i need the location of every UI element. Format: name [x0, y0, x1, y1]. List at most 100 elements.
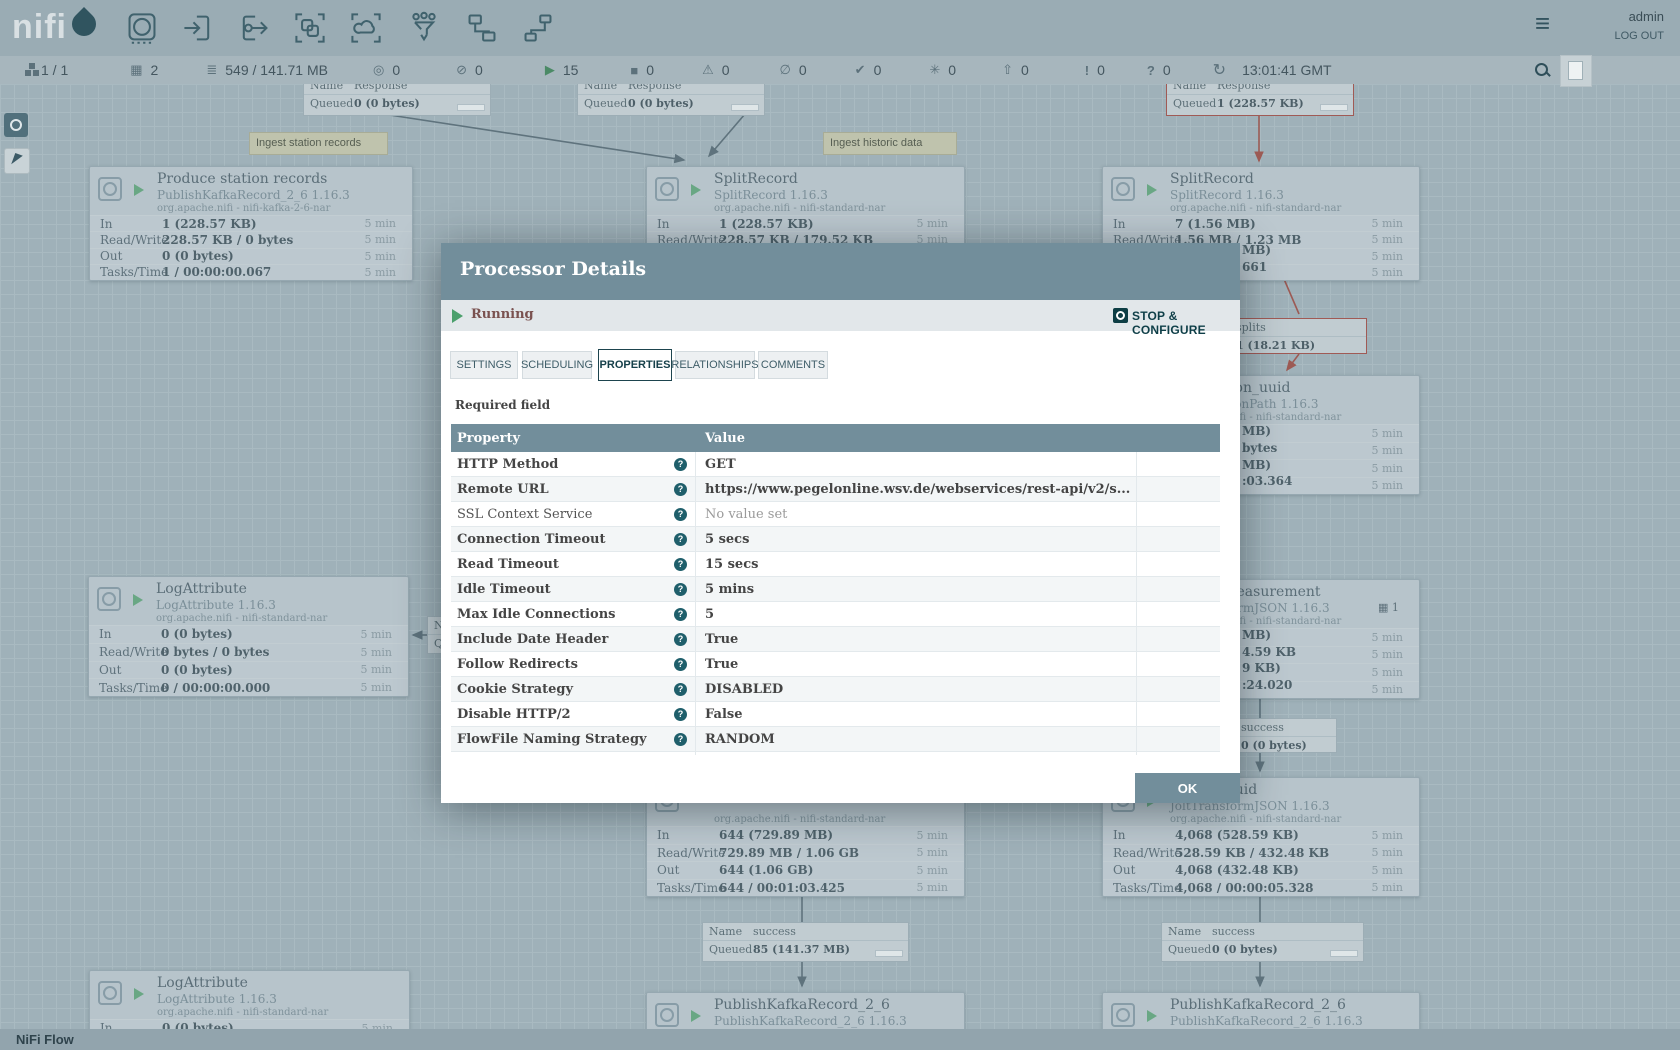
running-icon — [133, 594, 143, 606]
stat-fragment: MB) — [1242, 458, 1271, 472]
input-port-tool-icon[interactable] — [181, 11, 215, 45]
stat-fragment: 9 KB) — [1242, 661, 1281, 675]
processor-bundle: org.apache.nifi - nifi-standard-nar — [1170, 203, 1341, 214]
refresh-icon[interactable]: ↻ — [1213, 60, 1226, 80]
property-row[interactable]: Connection Timeout? 5 secs — [451, 527, 1220, 552]
tab-relationships[interactable]: RELATIONSHIPS — [675, 351, 755, 379]
flow-label[interactable]: Ingest historic data — [823, 132, 957, 155]
processor-logattribute-mid[interactable]: LogAttribute LogAttribute 1.16.3 org.apa… — [88, 576, 409, 697]
processor-bundle: org.apache.nifi - nifi-kafka-2-6-nar — [157, 203, 330, 214]
processor-bundle: org.apache.nifi - nifi-standard-nar — [156, 613, 327, 624]
property-row[interactable]: SSL Context Service? No value set — [451, 502, 1220, 527]
property-row[interactable]: HTTP Method? GET — [451, 452, 1220, 477]
tab-settings[interactable]: SETTINGS — [450, 351, 518, 379]
help-icon[interactable]: ? — [674, 633, 687, 646]
property-row[interactable]: FlowFile Naming Strategy? RANDOM — [451, 727, 1220, 752]
processor-type: SplitRecord 1.16.3 — [714, 188, 828, 202]
template-tool-icon[interactable] — [465, 11, 499, 45]
operate-palette-button[interactable] — [4, 148, 30, 174]
funnel-tool-icon[interactable] — [407, 11, 441, 45]
stop-and-configure-button[interactable]: STOP & CONFIGURE — [1132, 309, 1240, 337]
search-icon[interactable] — [1535, 63, 1548, 76]
navigate-palette-button[interactable] — [4, 113, 28, 137]
backpressure-bar — [1320, 104, 1348, 111]
ok-button[interactable]: OK — [1135, 773, 1240, 803]
backpressure-bar — [875, 950, 903, 957]
global-menu-icon[interactable]: ≡ — [1535, 8, 1550, 39]
connection-label[interactable]: Namesuccess Queued0 (0 bytes) — [1161, 922, 1364, 962]
flow-label[interactable]: Ingest station records — [249, 132, 388, 155]
stat-fragment: MB) — [1242, 424, 1271, 438]
stat-fragment: MB) — [1242, 628, 1271, 642]
dialog-header: Processor Details — [441, 243, 1240, 300]
help-icon[interactable]: ? — [674, 558, 687, 571]
tab-properties[interactable]: PROPERTIES — [598, 349, 672, 381]
running-icon — [1147, 1010, 1157, 1022]
up-to-date-icon: ✔ — [855, 62, 866, 78]
processor-tool-icon[interactable] — [125, 11, 159, 45]
help-icon[interactable]: ? — [674, 483, 687, 496]
queued-icon: ≣ — [206, 62, 217, 78]
processor-type: PublishKafkaRecord_2_6 1.16.3 — [157, 188, 350, 202]
processor-produce-station-records[interactable]: Produce station records PublishKafkaReco… — [89, 166, 413, 281]
properties-table-header: Property Value — [451, 424, 1220, 452]
output-port-tool-icon[interactable] — [237, 11, 271, 45]
help-icon[interactable]: ? — [674, 583, 687, 596]
breadcrumb[interactable]: NiFi Flow — [16, 1032, 74, 1047]
processor-type: SplitRecord 1.16.3 — [1170, 188, 1284, 202]
side-panel-button[interactable] — [1560, 55, 1592, 87]
processor-title: PublishKafkaRecord_2_6 — [1170, 997, 1346, 1013]
breadcrumb-bar: NiFi Flow — [0, 1029, 1680, 1050]
sync-failure-icon: ! — [1085, 63, 1089, 78]
help-icon[interactable]: ? — [674, 658, 687, 671]
help-icon[interactable]: ? — [674, 458, 687, 471]
property-row[interactable]: Read Timeout? 15 secs — [451, 552, 1220, 577]
property-row[interactable]: Include Date Header? True — [451, 627, 1220, 652]
processor-bundle: org.apache.nifi - nifi-standard-nar — [1170, 814, 1341, 825]
help-icon[interactable]: ? — [674, 733, 687, 746]
logout-link[interactable]: LOG OUT — [1614, 30, 1664, 42]
locally-modified-icon: ✳ — [929, 62, 940, 78]
stat-fragment: MB) — [1242, 243, 1271, 257]
backpressure-bar — [457, 104, 485, 111]
last-refresh-time: 13:01:41 GMT — [1242, 62, 1332, 78]
connection-queued: 1 (228.57 KB) — [1217, 97, 1304, 110]
processor-type: LogAttribute 1.16.3 — [157, 992, 277, 1006]
connection-name: success — [1241, 721, 1284, 734]
property-row[interactable]: Attributes to Send? No value set — [451, 752, 1220, 755]
help-icon[interactable]: ? — [674, 608, 687, 621]
property-row[interactable]: Max Idle Connections? 5 — [451, 602, 1220, 627]
nifi-drop-icon — [67, 7, 101, 41]
property-row[interactable]: Cookie Strategy? DISABLED — [451, 677, 1220, 702]
process-group-tool-icon[interactable] — [293, 11, 327, 45]
property-row[interactable]: Disable HTTP/2? False — [451, 702, 1220, 727]
processor-title: LogAttribute — [157, 975, 248, 991]
property-row[interactable]: Follow Redirects? True — [451, 652, 1220, 677]
queued-count: 549 / 141.71 MB — [225, 62, 328, 78]
label-tool-icon[interactable] — [521, 11, 555, 45]
help-icon[interactable]: ? — [674, 708, 687, 721]
running-icon — [134, 988, 144, 1000]
help-icon[interactable]: ? — [674, 683, 687, 696]
processor-icon — [98, 177, 122, 201]
property-row[interactable]: Remote URL? https://www.pegelonline.wsv.… — [451, 477, 1220, 502]
remote-process-group-tool-icon[interactable] — [349, 11, 383, 45]
tab-scheduling[interactable]: SCHEDULING — [522, 351, 592, 379]
not-transmitting-icon: ⊘ — [456, 62, 467, 78]
properties-table: Property Value HTTP Method? GET Remote U… — [451, 424, 1220, 755]
processor-stats: In0 (0 bytes)5 min Read/Write0 bytes / 0… — [89, 625, 408, 696]
help-icon[interactable]: ? — [674, 533, 687, 546]
connection-label[interactable]: Namesuccess Queued85 (141.37 MB) — [702, 922, 909, 962]
disabled-count-icon: ∅ — [780, 62, 791, 78]
help-icon[interactable]: ? — [674, 508, 687, 521]
processor-type: LogAttribute 1.16.3 — [156, 598, 276, 612]
processor-bundle: org.apache.nifi - nifi-standard-nar — [157, 1007, 328, 1018]
running-count: 15 — [563, 62, 579, 78]
property-row[interactable]: Idle Timeout? 5 mins — [451, 577, 1220, 602]
backpressure-bar — [731, 104, 759, 111]
tab-comments[interactable]: COMMENTS — [758, 351, 828, 379]
status-bar: 1 / 1 ▦2 ≣549 / 141.71 MB ◎0 ⊘0 ▶15 ■0 ⚠… — [0, 56, 1680, 84]
running-icon — [691, 1010, 701, 1022]
top-toolbar: nifi admin LOG OUT ≡ — [0, 0, 1680, 56]
connection-queued: 1 (18.21 KB) — [1236, 339, 1315, 352]
